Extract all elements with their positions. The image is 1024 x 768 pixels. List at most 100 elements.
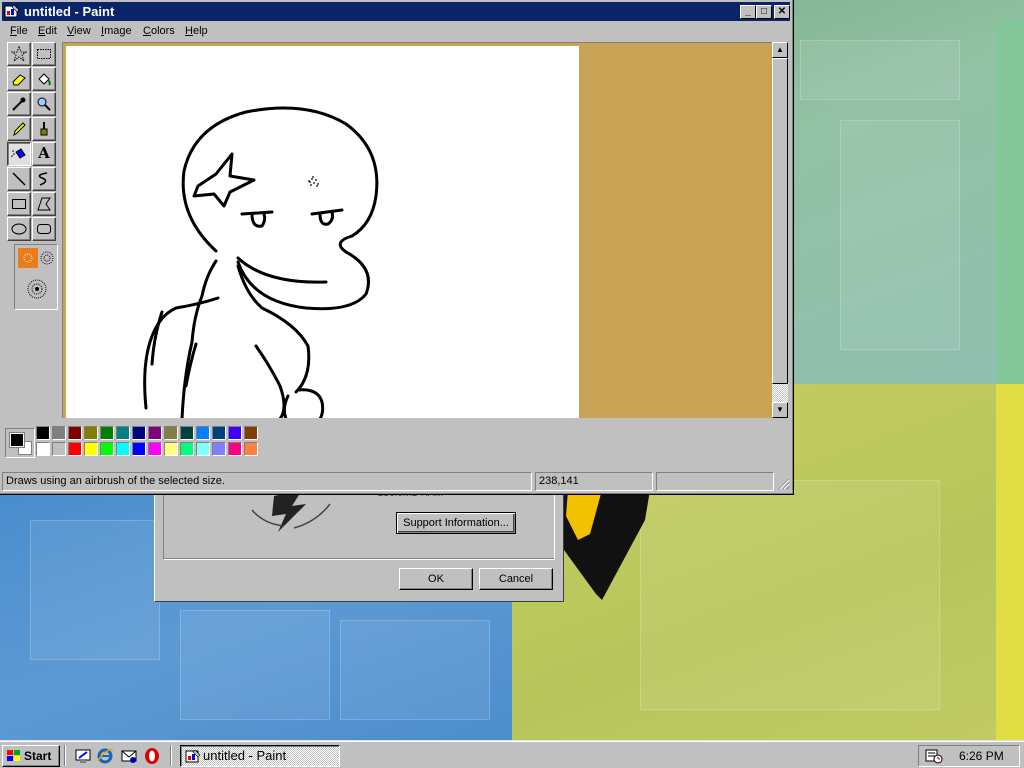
palette-color-swatch[interactable] (100, 442, 114, 456)
resize-grip-icon[interactable] (778, 478, 790, 490)
palette-color-swatch[interactable] (36, 426, 50, 440)
maximize-icon: □ (760, 6, 768, 17)
palette-color-swatch[interactable] (244, 426, 258, 440)
palette-color-swatch[interactable] (52, 442, 66, 456)
outlook-express-icon[interactable] (120, 747, 138, 765)
status-bar: Draws using an airbrush of the selected … (2, 470, 790, 492)
drawing-canvas[interactable] (66, 46, 579, 418)
canvas-workspace[interactable] (62, 42, 772, 418)
magnifier-icon (37, 97, 51, 111)
rectangle-tool[interactable] (7, 192, 31, 216)
palette-color-swatch[interactable] (116, 426, 130, 440)
palette-color-swatch[interactable] (180, 426, 194, 440)
wallpaper-stripe (996, 20, 1024, 384)
support-information-button[interactable]: Support Information... (396, 512, 516, 534)
menu-image[interactable]: Image (101, 25, 132, 37)
opera-icon[interactable] (143, 747, 161, 765)
palette-color-swatch[interactable] (228, 426, 242, 440)
palette-color-swatch[interactable] (180, 442, 194, 456)
airbrush-tool[interactable] (7, 142, 31, 166)
palette-color-swatch[interactable] (116, 442, 130, 456)
close-button[interactable]: ✕ (774, 5, 790, 19)
palette-color-swatch[interactable] (36, 442, 50, 456)
curve-icon (38, 172, 48, 186)
scroll-down-button[interactable]: ▼ (772, 402, 788, 418)
palette-color-swatch[interactable] (68, 442, 82, 456)
scheduler-tray-icon[interactable] (925, 748, 943, 764)
palette-color-swatch[interactable] (132, 442, 146, 456)
free-form-select-tool[interactable] (7, 42, 31, 66)
ellipse-icon (11, 223, 27, 235)
palette-color-swatch[interactable] (52, 426, 66, 440)
line-tool[interactable] (7, 167, 31, 191)
menu-edit[interactable]: Edit (38, 25, 57, 37)
bucket-icon (38, 73, 51, 86)
palette-color-swatch[interactable] (244, 442, 258, 456)
arrow-down-icon: ▼ (776, 405, 784, 414)
wallpaper-window-pane (30, 520, 160, 660)
maximize-button[interactable]: □ (756, 5, 772, 19)
internet-explorer-icon[interactable] (96, 747, 114, 765)
spray-medium-icon (40, 251, 54, 265)
cancel-button[interactable]: Cancel (479, 568, 553, 590)
menu-colors[interactable]: Colors (143, 25, 175, 37)
current-colors-indicator (5, 428, 35, 458)
palette-color-swatch[interactable] (228, 442, 242, 456)
palette-color-swatch[interactable] (196, 426, 210, 440)
palette-color-swatch[interactable] (84, 426, 98, 440)
windows-logo-icon (7, 750, 20, 761)
palette-color-swatch[interactable] (164, 426, 178, 440)
palette-color-swatch[interactable] (212, 442, 226, 456)
menu-file[interactable]: File (10, 25, 28, 37)
palette-color-swatch[interactable] (100, 426, 114, 440)
show-desktop-icon[interactable] (74, 747, 92, 765)
scroll-thumb[interactable] (772, 58, 788, 384)
select-tool[interactable] (32, 42, 56, 66)
rounded-rectangle-tool[interactable] (32, 217, 56, 241)
pick-color-tool[interactable] (7, 92, 31, 116)
palette-color-swatch[interactable] (148, 442, 162, 456)
title-bar[interactable]: untitled - Paint _ □ ✕ (2, 2, 790, 21)
airbrush-spray-mark (308, 176, 319, 187)
pencil-tool[interactable] (7, 117, 31, 141)
wallpaper-window-pane (840, 120, 960, 350)
minimize-button[interactable]: _ (740, 5, 756, 19)
taskbar-button-paint[interactable]: untitled - Paint (180, 745, 340, 767)
line-icon (12, 172, 26, 186)
about-info-panel: 256.0MB RAM Support Information... (163, 484, 555, 560)
palette-color-swatch[interactable] (68, 426, 82, 440)
spray-size-small-option[interactable] (18, 248, 38, 268)
brush-tool[interactable] (32, 117, 56, 141)
text-tool[interactable]: A (32, 142, 56, 166)
logo-shape-icon (560, 490, 650, 600)
curve-tool[interactable] (32, 167, 56, 191)
palette-color-swatch[interactable] (212, 426, 226, 440)
polygon-tool[interactable] (32, 192, 56, 216)
eraser-tool[interactable] (7, 67, 31, 91)
scroll-up-button[interactable]: ▲ (772, 42, 788, 58)
spray-size-medium-option[interactable] (37, 248, 57, 268)
spray-size-large-option[interactable] (25, 277, 49, 301)
palette-color-swatch[interactable] (148, 426, 162, 440)
palette-color-swatch[interactable] (196, 442, 210, 456)
wallpaper-window-pane (640, 480, 940, 710)
doodle-drawing (143, 106, 379, 418)
clock[interactable]: 6:26 PM (959, 746, 1004, 766)
fill-tool[interactable] (32, 67, 56, 91)
taskbar-separator (170, 745, 172, 766)
palette-color-swatch[interactable] (132, 426, 146, 440)
magnifier-tool[interactable] (32, 92, 56, 116)
text-icon: A (38, 144, 50, 162)
menu-view[interactable]: View (67, 25, 91, 37)
minimize-icon: _ (745, 6, 751, 17)
brush-icon (40, 122, 48, 136)
vertical-scrollbar[interactable]: ▲ ▼ (772, 42, 788, 418)
ok-button[interactable]: OK (399, 568, 473, 590)
start-button[interactable]: Start (2, 745, 60, 767)
menu-help[interactable]: Help (185, 25, 208, 37)
wallpaper-window-pane (180, 610, 330, 720)
palette-color-swatch[interactable] (84, 442, 98, 456)
menu-bar: File Edit View Image Colors Help (2, 22, 790, 41)
palette-color-swatch[interactable] (164, 442, 178, 456)
ellipse-tool[interactable] (7, 217, 31, 241)
